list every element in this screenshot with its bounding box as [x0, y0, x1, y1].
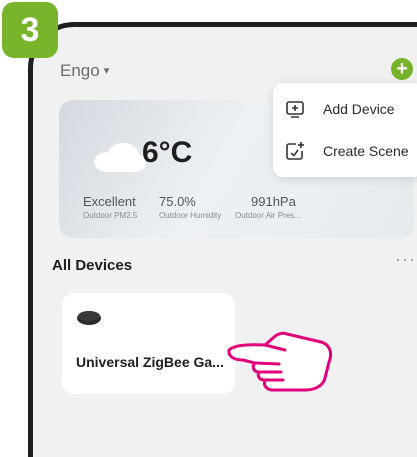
- device-name: Universal ZigBee Ga...: [76, 354, 224, 370]
- metric-label: Outdoor PM2.5: [83, 211, 138, 220]
- pointing-hand-icon: [227, 331, 333, 392]
- step-number: 3: [20, 10, 40, 49]
- add-button[interactable]: +: [391, 58, 413, 80]
- metric-label: Outdoor Air Pres...: [235, 211, 301, 220]
- create-scene-icon: [286, 142, 304, 160]
- metric-value: Excellent: [83, 194, 136, 209]
- add-popup-menu: Add Device Create Scene: [273, 83, 417, 177]
- plus-icon: +: [396, 58, 408, 80]
- menu-item-add-device[interactable]: Add Device: [273, 91, 417, 127]
- metric-value: 991hPa: [251, 194, 296, 209]
- home-name: Engo: [60, 61, 100, 80]
- menu-item-create-scene[interactable]: Create Scene: [273, 133, 417, 169]
- menu-item-label: Add Device: [323, 101, 395, 117]
- step-badge: 3: [2, 2, 58, 58]
- temperature: 6°C: [142, 136, 193, 169]
- gateway-device-icon: [77, 311, 101, 325]
- add-device-icon: [286, 101, 304, 118]
- metric-air-pressure: 991hPa Outdoor Air Pres...: [235, 194, 301, 220]
- metric-value: 75.0%: [159, 194, 196, 209]
- metric-pm25: Excellent Outdoor PM2.5: [83, 194, 137, 220]
- home-selector[interactable]: Engo ▾: [60, 61, 109, 81]
- metric-humidity: 75.0% Outdoor Humidity: [159, 194, 221, 220]
- chevron-down-icon: ▾: [103, 65, 110, 77]
- menu-item-label: Create Scene: [323, 143, 409, 159]
- cloud-icon: [94, 143, 146, 172]
- section-title: All Devices: [52, 257, 133, 274]
- phone-screen: Engo ▾ + 6°C Excellent Outdoor PM2.5 75.0…: [28, 22, 417, 457]
- more-options-icon[interactable]: ···: [395, 249, 416, 270]
- device-card[interactable]: Universal ZigBee Ga...: [62, 293, 235, 394]
- metric-label: Outdoor Humidity: [159, 211, 222, 220]
